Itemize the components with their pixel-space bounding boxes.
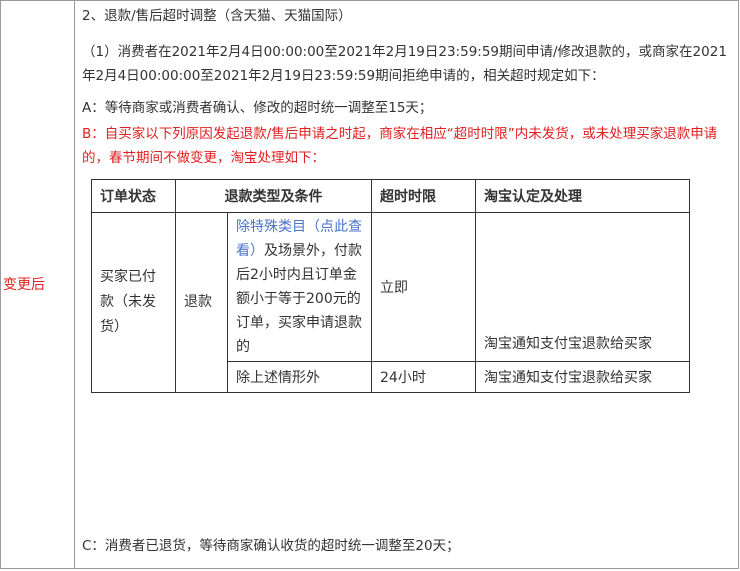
handling-cell: 淘宝通知支付宝退款给买家 [475,361,690,393]
condition-text: 及场景外，付款后2小时内且订单金额小于等于200元的订单，买家申请退款的 [236,243,362,355]
paragraph-1: （1）消费者在2021年2月4日00:00:00至2021年2月19日23:59… [82,44,727,84]
condition-cell: 除特殊类目（点此查看）及场景外，付款后2小时内且订单金额小于等于200元的订单，… [227,212,372,362]
table-row: 买家已付款（未发货） 退款 除特殊类目（点此查看）及场景外，付款后2小时内且订单… [91,212,690,393]
header-order-status: 订单状态 [91,179,176,213]
header-time-limit: 超时时限 [371,179,476,213]
time-limit-cell: 24小时 [371,361,476,393]
header-refund-type: 退款类型及条件 [175,179,372,213]
refund-type-cell: 退款 [175,212,228,393]
item-b: B：自买家以下列原因发起退款/售后申请之时起，商家在相应“超时时限”内未发货，或… [82,126,718,166]
section-title: 2、退款/售后超时调整（含天猫、天猫国际） [82,8,352,24]
timeout-rules-table: 订单状态 退款类型及条件 超时时限 淘宝认定及处理 买家已付款（未发货） 退款 … [91,179,690,393]
column-divider [74,0,75,569]
item-c: C：消费者已退货，等待商家确认收货的超时统一调整至20天； [82,538,460,554]
table-header-row: 订单状态 退款类型及条件 超时时限 淘宝认定及处理 [91,179,690,213]
side-label-after-change: 变更后 [3,277,45,293]
item-a: A：等待商家或消费者确认、修改的超时统一调整至15天； [82,100,433,116]
header-handling: 淘宝认定及处理 [475,179,690,213]
time-limit-cell: 立即 [371,212,476,362]
order-status-cell: 买家已付款（未发货） [91,212,176,393]
condition-cell: 除上述情形外 [227,361,372,393]
handling-cell: 淘宝通知支付宝退款给买家 [475,212,690,362]
